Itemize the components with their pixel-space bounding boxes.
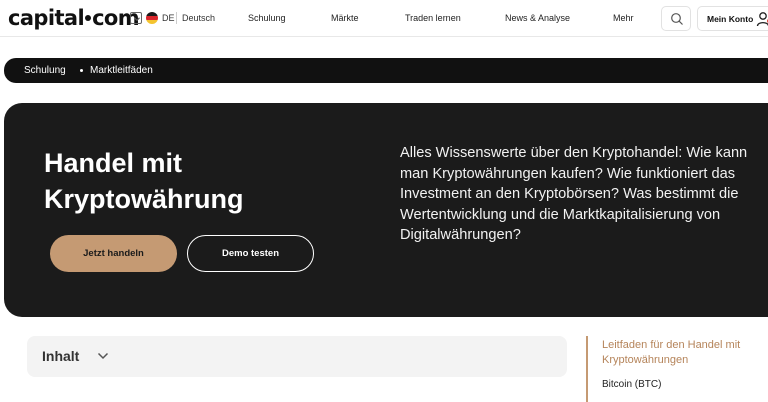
sidebar-active-indicator <box>586 336 588 402</box>
try-demo-button[interactable]: Demo testen <box>187 235 314 272</box>
breadcrumb-schulung[interactable]: Schulung <box>24 65 66 76</box>
my-account-label: Mein Konto <box>707 14 754 24</box>
breadcrumb-separator <box>80 69 83 72</box>
search-icon <box>671 13 683 25</box>
breadcrumb-marktleitfaeden[interactable]: Marktleitfäden <box>90 65 153 76</box>
site-header: capital com DE Deutsch Schulung Märkte Tr… <box>0 0 768 37</box>
nav-item-schulung[interactable]: Schulung <box>248 13 286 23</box>
my-account-button[interactable]: Mein Konto <box>697 6 768 31</box>
nav-item-news-analyse[interactable]: News & Analyse <box>505 13 570 23</box>
language-divider <box>176 12 177 24</box>
language-code[interactable]: DE <box>162 13 175 23</box>
germany-flag-icon[interactable] <box>146 12 158 24</box>
language-name[interactable]: Deutsch <box>182 13 215 23</box>
hero-banner: Handel mit Kryptowährung Alles Wissenswe… <box>4 103 768 317</box>
sidebar-item-crypto-guide[interactable]: Leitfaden für den Handel mit Kryptowähru… <box>602 338 762 368</box>
toc-label: Inhalt <box>42 348 80 364</box>
capital-com-logo[interactable]: capital com <box>8 6 140 30</box>
chevron-down-icon <box>97 352 109 360</box>
breadcrumb: Schulung Marktleitfäden <box>4 58 768 83</box>
sidebar-item-bitcoin[interactable]: Bitcoin (BTC) <box>602 379 661 390</box>
table-of-contents-toggle[interactable]: Inhalt <box>27 336 567 377</box>
user-icon <box>756 12 768 27</box>
language-dropdown-icon[interactable] <box>130 12 142 24</box>
hero-description: Alles Wissenswerte über den Kryptohandel… <box>400 145 748 243</box>
nav-item-traden-lernen[interactable]: Traden lernen <box>405 13 461 23</box>
nav-item-maerkte[interactable]: Märkte <box>331 13 359 23</box>
search-button[interactable] <box>661 6 691 31</box>
trade-now-button[interactable]: Jetzt handeln <box>50 235 177 272</box>
logo-dot <box>85 14 92 21</box>
page-title: Handel mit Kryptowährung <box>44 148 244 214</box>
nav-item-mehr[interactable]: Mehr <box>613 13 634 23</box>
